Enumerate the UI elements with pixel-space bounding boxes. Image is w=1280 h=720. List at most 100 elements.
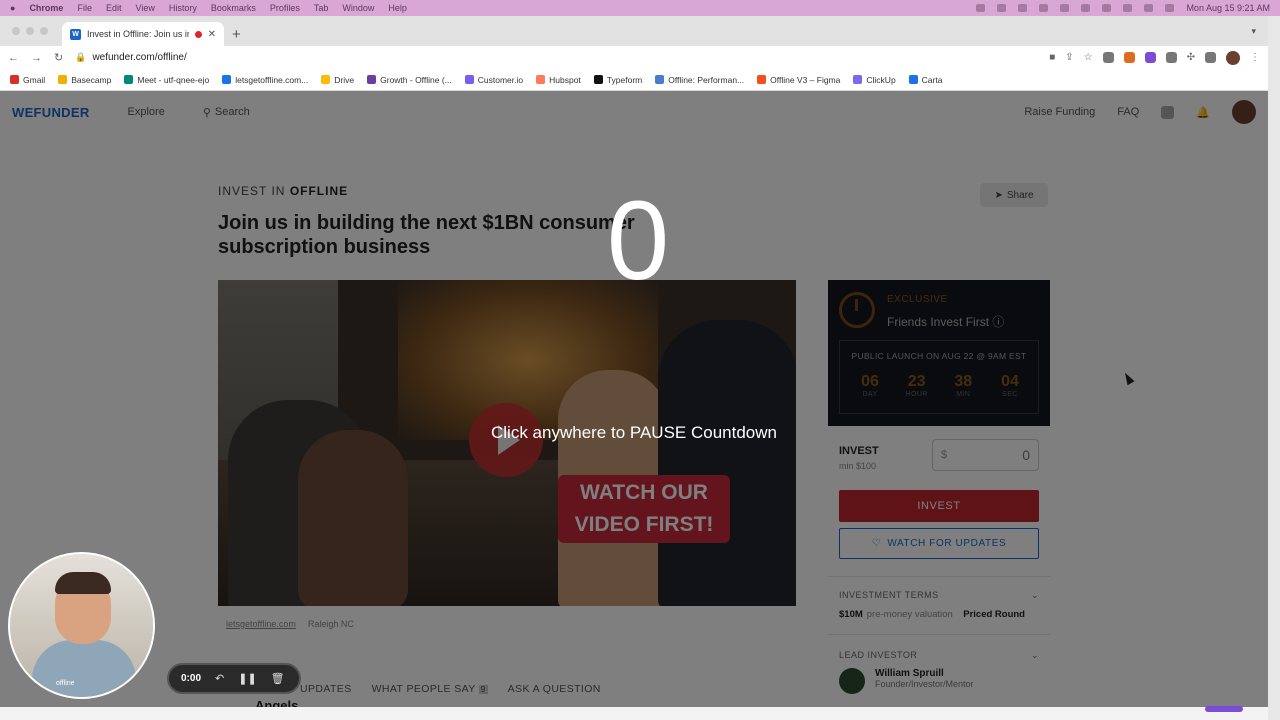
wifi-icon[interactable] [1102, 4, 1112, 12]
extension-2-icon[interactable] [1123, 52, 1135, 63]
share-icon[interactable]: ⇪ [1065, 52, 1073, 63]
toolbar: ← → ↻ 🔒 wefunder.com/offline/ ■ ⇪ ☆ ✣ ⋮ [0, 46, 1268, 69]
bookmark-label: Hubspot [549, 74, 581, 85]
status-tool-icon[interactable] [1039, 4, 1049, 12]
apple-menu-icon[interactable]: ● [10, 3, 15, 13]
menu-view[interactable]: View [135, 3, 154, 13]
bookmark-item[interactable]: Gmail [10, 75, 45, 85]
trash-icon[interactable]: 🗑 [271, 672, 285, 685]
bookmark-label: Drive [334, 74, 355, 85]
menu-bookmarks[interactable]: Bookmarks [211, 3, 256, 13]
minimize-window-button[interactable] [26, 27, 34, 35]
bookmark-label: letsgetoffline.com... [235, 74, 309, 85]
bookmark-label: ClickUp [866, 74, 896, 85]
bookmark-favicon-icon [655, 75, 665, 84]
bookmark-star-icon[interactable]: ☆ [1084, 52, 1093, 63]
bookmark-item[interactable]: Carta [908, 74, 943, 85]
undo-icon[interactable]: ↶ [215, 672, 224, 685]
window-controls [12, 27, 48, 35]
bookmark-item[interactable]: Meet - utf-qnee-ejo [124, 75, 209, 85]
control-center-icon[interactable] [1144, 4, 1154, 12]
bookmark-favicon-icon [124, 75, 134, 84]
bookmark-favicon-icon [222, 75, 232, 84]
back-arrow-icon[interactable]: ← [8, 52, 19, 64]
bookmark-label: Meet - utf-qnee-ejo [137, 74, 210, 85]
close-tab-icon[interactable]: ✕ [208, 29, 216, 40]
bookmarks-bar: Gmail Basecamp Meet - utf-qnee-ejo letsgeto… [0, 69, 1268, 91]
profile-avatar[interactable] [1226, 50, 1240, 65]
browser-chrome: W Invest in Offline: Join us in ✕ + ▾ ← … [0, 16, 1268, 91]
bookmark-item[interactable]: Offline V3 – Figma [757, 75, 840, 85]
menu-tab[interactable]: Tab [314, 3, 329, 13]
forward-arrow-icon[interactable]: → [31, 52, 42, 64]
zoom-window-button[interactable] [40, 27, 48, 35]
bookmark-item[interactable]: Typeform [593, 74, 643, 85]
status-app-icon[interactable] [997, 4, 1007, 12]
menu-history[interactable]: History [169, 3, 197, 13]
bookmark-item[interactable]: Drive [321, 75, 354, 85]
bookmark-item[interactable]: ClickUp [853, 74, 896, 85]
recording-time: 0:00 [181, 673, 202, 684]
bookmark-item[interactable]: letsgetoffline.com... [222, 75, 308, 85]
chat-widget-edge[interactable] [1205, 706, 1243, 712]
bookmark-item[interactable]: Basecamp [58, 75, 111, 85]
status-mic-icon[interactable] [976, 4, 986, 12]
clock[interactable]: Mon Aug 15 9:21 AM [1186, 3, 1270, 13]
extensions-puzzle-icon[interactable]: ✣ [1187, 52, 1195, 63]
bookmark-favicon-icon [853, 75, 863, 84]
bookmark-favicon-icon [367, 75, 377, 84]
webcam-person-hair [55, 572, 111, 594]
bookmark-item[interactable]: Customer.io [464, 74, 524, 85]
bookmark-label: Growth - Offline (... [380, 74, 452, 85]
menu-file[interactable]: File [77, 3, 92, 13]
status-camera-icon[interactable] [1018, 4, 1028, 12]
menu-window[interactable]: Window [342, 3, 374, 13]
bookmark-favicon-icon [58, 75, 68, 84]
bookmark-favicon-icon [908, 75, 918, 84]
tab-search-chevron-icon[interactable]: ▾ [1251, 26, 1256, 37]
bookmark-item[interactable]: Growth - Offline (... [367, 75, 452, 85]
camera-icon[interactable]: ■ [1049, 52, 1055, 63]
close-window-button[interactable] [12, 27, 20, 35]
tab-title: Invest in Offline: Join us in [87, 29, 189, 39]
menu-app-name[interactable]: Chrome [29, 3, 63, 13]
lock-icon[interactable]: 🔒 [75, 52, 86, 63]
extension-4-icon[interactable] [1165, 52, 1177, 63]
pause-icon[interactable]: ❚❚ [238, 672, 256, 685]
overlay-pause-message: Click anywhere to PAUSE Countdown [491, 423, 777, 442]
desktop-edge [1268, 16, 1280, 720]
bluetooth-icon[interactable] [1060, 4, 1070, 12]
bookmark-favicon-icon [464, 75, 474, 84]
more-menu-icon[interactable]: ⋮ [1250, 52, 1260, 63]
bookmark-item[interactable]: Hubspot [536, 75, 581, 85]
bookmark-label: Basecamp [71, 74, 112, 85]
bookmark-label: Customer.io [477, 74, 524, 85]
bookmark-item[interactable]: Offline: Performan... [655, 75, 744, 85]
menu-profiles[interactable]: Profiles [270, 3, 300, 13]
webcam-person-body [32, 640, 136, 697]
bookmark-favicon-icon [757, 75, 767, 84]
new-tab-button[interactable]: + [232, 26, 241, 43]
macos-menu-bar: ● Chrome File Edit View History Bookmark… [0, 0, 1280, 16]
spotlight-icon[interactable] [1123, 4, 1133, 12]
bookmark-label: Offline: Performan... [668, 74, 745, 85]
bookmark-label: Carta [921, 74, 943, 85]
battery-icon[interactable] [1081, 4, 1091, 12]
menu-edit[interactable]: Edit [106, 3, 122, 13]
menu-help[interactable]: Help [388, 3, 407, 13]
address-bar[interactable]: 🔒 wefunder.com/offline/ [75, 52, 1037, 63]
wefunder-favicon-icon: W [70, 28, 81, 40]
extension-3-icon[interactable] [1144, 52, 1156, 63]
browser-tab-active[interactable]: W Invest in Offline: Join us in ✕ [62, 22, 224, 46]
extension-1-icon[interactable] [1102, 52, 1114, 63]
recorder-controls: 0:00 ↶ ❚❚ 🗑 [167, 663, 301, 694]
side-panel-icon[interactable] [1205, 52, 1216, 63]
bookmark-label: Typeform [606, 74, 643, 85]
recording-indicator-icon [194, 30, 202, 38]
siri-icon[interactable] [1165, 4, 1175, 12]
webcam-bubble[interactable]: offline [8, 552, 155, 699]
tab-strip: W Invest in Offline: Join us in ✕ + ▾ [0, 16, 1268, 46]
bookmark-favicon-icon [536, 75, 546, 84]
reload-icon[interactable]: ↻ [54, 51, 63, 64]
url-text[interactable]: wefunder.com/offline/ [92, 52, 186, 63]
